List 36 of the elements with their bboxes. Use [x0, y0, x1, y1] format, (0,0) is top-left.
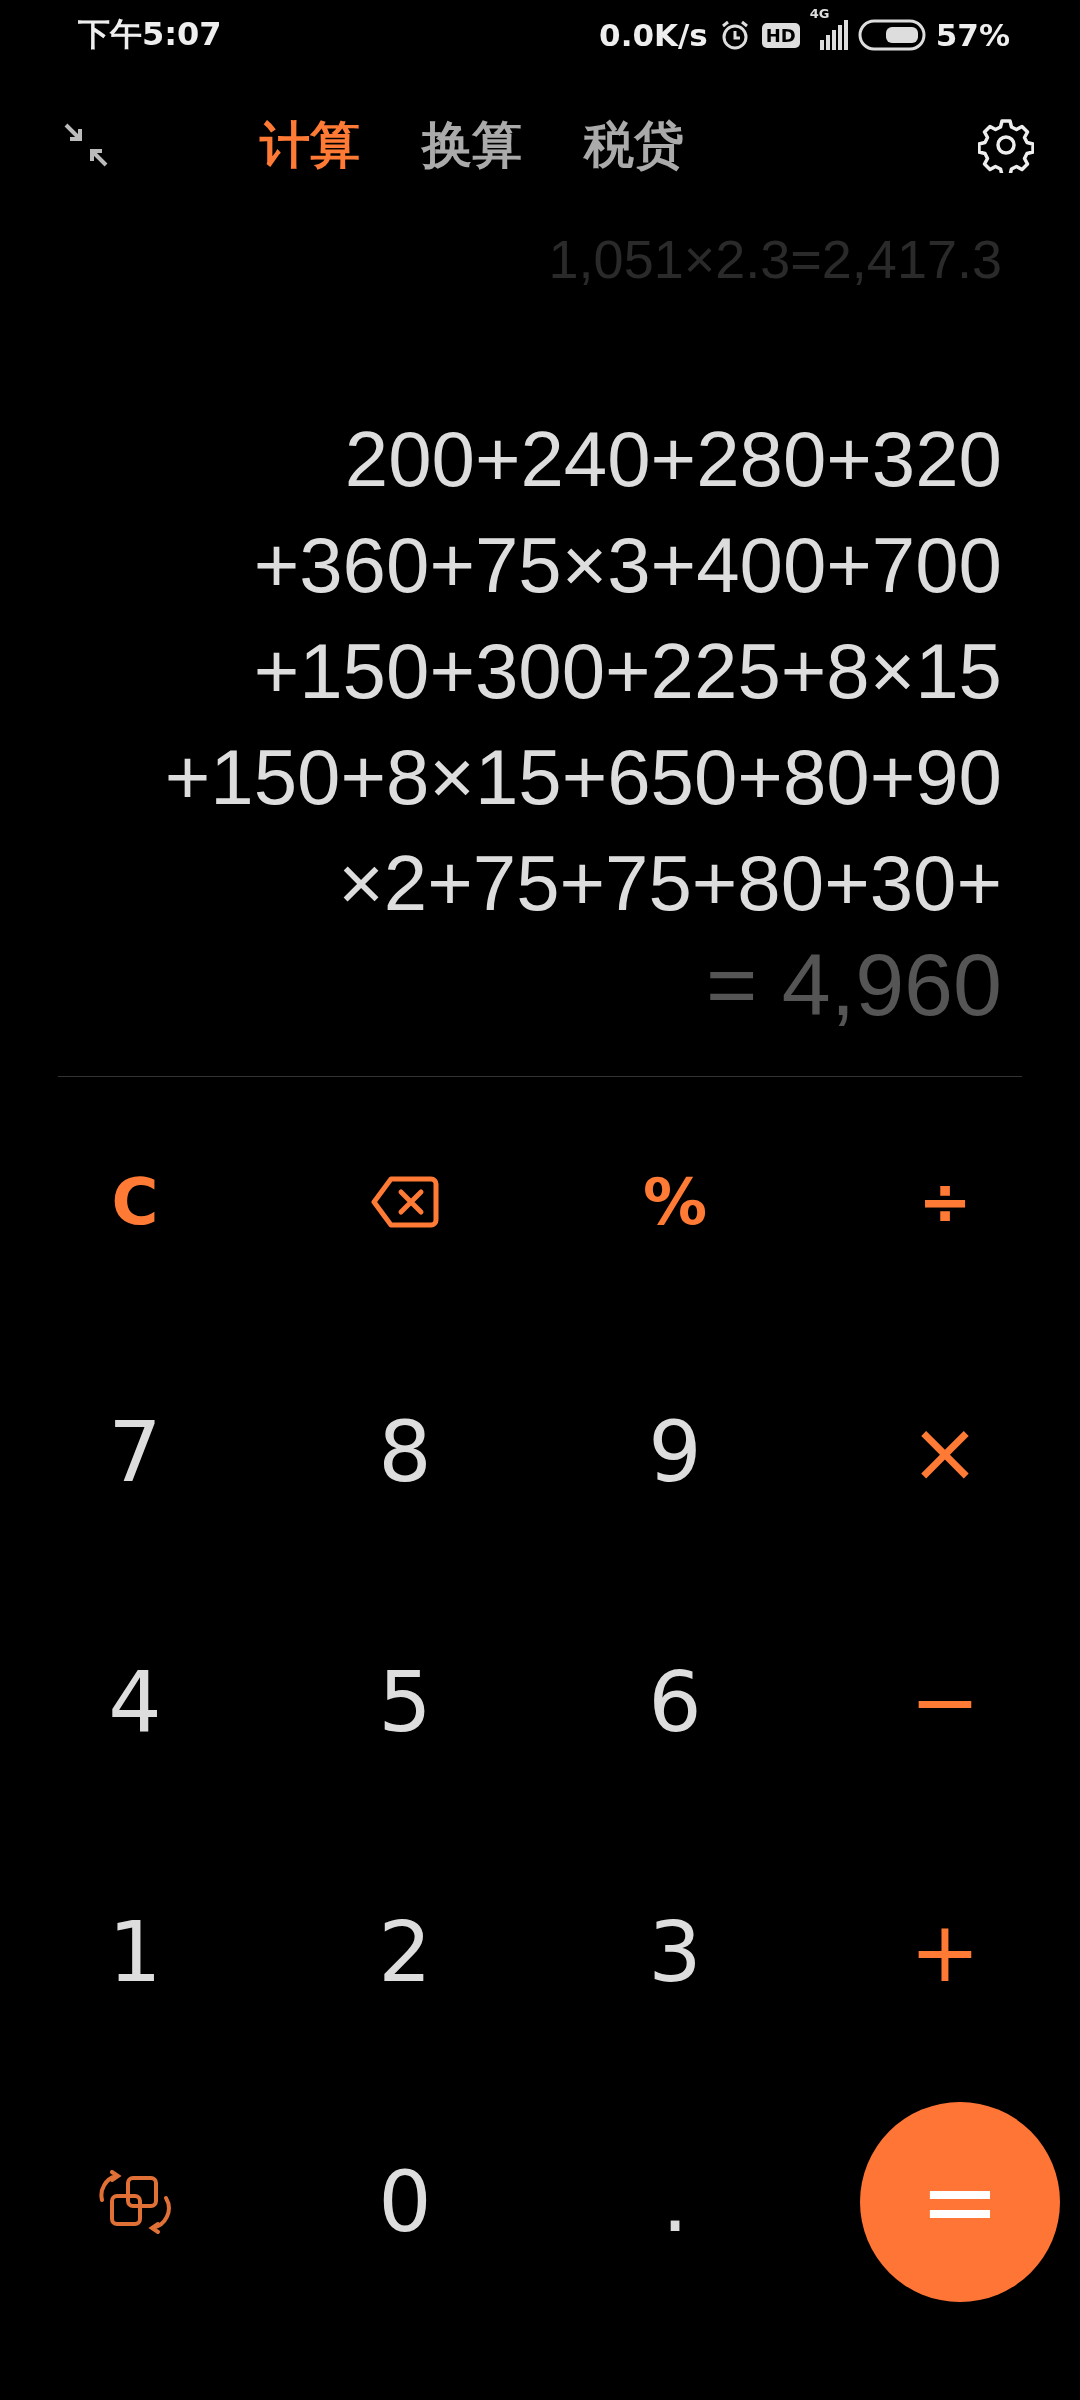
digit-key[interactable]: 8 — [368, 1403, 442, 1501]
switch-mode-icon[interactable] — [98, 2170, 172, 2234]
tab[interactable]: 税贷 — [584, 111, 684, 179]
backspace-icon[interactable] — [371, 1176, 439, 1228]
operator-key[interactable]: % — [632, 1165, 718, 1239]
network-speed: 0.0K/s — [599, 17, 708, 53]
expression-line: +150+300+225+8×15 — [253, 626, 1002, 717]
tab[interactable]: 换算 — [422, 111, 522, 179]
tab[interactable]: 计算 — [260, 111, 360, 179]
hd-badge: HD — [761, 22, 800, 48]
digit-key[interactable]: 4 — [98, 1653, 172, 1751]
battery-icon — [857, 19, 926, 51]
battery-percent: 57% — [935, 17, 1010, 53]
result-text: = 4,960 — [705, 934, 1002, 1036]
operator-key[interactable]: ÷ — [908, 1165, 982, 1239]
operator-key[interactable]: + — [899, 1903, 991, 2001]
digit-key[interactable]: 0 — [368, 2153, 442, 2251]
collapse-icon[interactable] — [62, 121, 110, 169]
digit-key[interactable]: 9 — [638, 1403, 712, 1501]
digit-key[interactable]: . — [651, 2153, 699, 2251]
operator-key[interactable]: − — [899, 1653, 991, 1751]
operator-key[interactable]: C — [101, 1165, 169, 1239]
expression-line: ×2+75+75+80+30+ — [338, 838, 1002, 929]
digit-key[interactable]: 7 — [98, 1403, 172, 1501]
digit-key[interactable]: 5 — [368, 1653, 442, 1751]
expression-line: 200+240+280+320 — [344, 414, 1002, 505]
digit-key[interactable]: 6 — [638, 1653, 712, 1751]
network-type: 4G — [809, 6, 830, 21]
operator-key[interactable]: × — [899, 1403, 991, 1501]
digit-key[interactable]: 2 — [368, 1903, 442, 2001]
digit-key[interactable]: 1 — [98, 1903, 172, 2001]
digit-key[interactable]: 3 — [638, 1903, 712, 2001]
expression-line: +150+8×15+650+80+90 — [164, 732, 1002, 823]
expression-line: +360+75×3+400+700 — [253, 520, 1002, 611]
status-time: 下午5:07 — [78, 14, 222, 55]
settings-icon[interactable] — [978, 117, 1034, 173]
